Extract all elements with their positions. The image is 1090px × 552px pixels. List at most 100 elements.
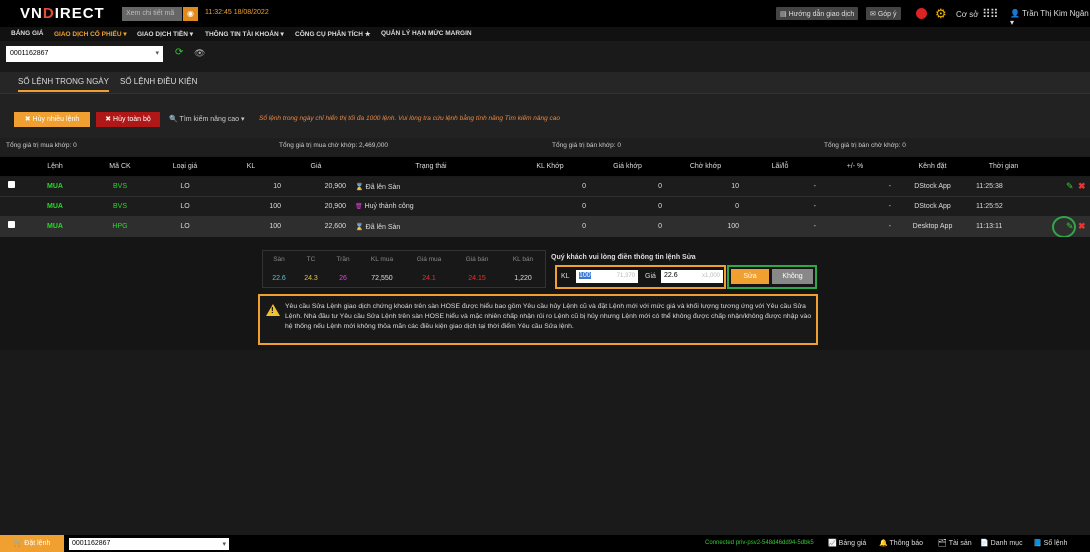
- order-time: 11:25:52: [976, 203, 1003, 210]
- order-price: 20,900: [324, 183, 346, 190]
- price-input[interactable]: 22.6 x1,000: [661, 270, 723, 283]
- user-icon: 👤: [1010, 9, 1023, 18]
- order-qty: 100: [269, 223, 281, 230]
- sell-price-label: Giá bán: [465, 256, 489, 263]
- language-flag-icon[interactable]: [916, 8, 927, 19]
- delete-icon[interactable]: ✖: [1078, 181, 1086, 192]
- buy-price-value: 24.1: [422, 275, 436, 282]
- col-channel: Kênh đặt: [918, 163, 947, 170]
- row-checkbox[interactable]: [8, 221, 15, 228]
- cancel-edit-button[interactable]: Không: [772, 269, 813, 284]
- menu-margin-management[interactable]: QUẢN LÝ HẠN MỨC MARGIN: [381, 30, 472, 37]
- buy-qty-value: 72,550: [371, 275, 393, 282]
- gear-icon[interactable]: ⚙: [935, 6, 947, 22]
- order-status: 🗑 Huỷ thành công: [355, 203, 414, 210]
- clock: 11:32:45 18/08/2022: [205, 9, 269, 16]
- profit-loss: -: [813, 203, 816, 210]
- col-side: Lệnh: [47, 163, 63, 170]
- col-pending: Chờ khớp: [689, 163, 722, 170]
- menu-analysis-tools[interactable]: CÔNG CỤ PHÂN TÍCH ★: [295, 30, 371, 38]
- stock-search-input[interactable]: Xem chi tiết mã: [122, 7, 182, 21]
- ref-label: TC: [306, 256, 316, 263]
- col-matched-price: Giá khớp: [613, 163, 642, 170]
- totals-bar: [0, 138, 1090, 156]
- refresh-icon[interactable]: ⟳: [175, 47, 183, 58]
- total-sell-matched: Tổng giá trị bán khớp: 0: [552, 142, 621, 149]
- order-qty: 10: [273, 183, 281, 190]
- edit-icon[interactable]: ✎: [1066, 221, 1074, 232]
- col-status: Trạng thái: [415, 163, 447, 170]
- price-label: Giá: [645, 273, 656, 280]
- total-sell-waiting: Tổng giá trị bán chờ khớp: 0: [824, 142, 906, 149]
- place-order-button[interactable]: 🛒 Đặt lệnh: [0, 535, 64, 552]
- sell-qty-label: KL bán: [512, 256, 534, 263]
- change-pct: -: [888, 223, 891, 230]
- guide-button[interactable]: ▤ Hướng dẫn giao dịch: [776, 7, 859, 20]
- menu-account-info[interactable]: THÔNG TIN TÀI KHOẢN ▾: [205, 30, 284, 38]
- menu-cash-trading[interactable]: GIAO DỊCH TIỀN ▾: [137, 30, 193, 38]
- user-menu[interactable]: 👤 Trần Thị Kim Ngân ▾: [1010, 9, 1090, 27]
- cancel-all-button[interactable]: ✖ Hủy toàn bộ: [96, 112, 160, 127]
- floor-value: 22.6: [272, 275, 286, 282]
- order-channel: DStock App: [914, 203, 951, 210]
- bottom-notifications[interactable]: 🔔 Thông báo: [879, 539, 923, 547]
- edit-prompt: Quý khách vui lòng điền thông tin lệnh S…: [551, 254, 696, 261]
- account-select[interactable]: 0001162867 ▾: [6, 46, 163, 62]
- chart-icon: ▤: [780, 11, 789, 18]
- edit-icon[interactable]: ✎: [1066, 181, 1074, 192]
- apps-grid-icon[interactable]: ⠿⠿: [982, 7, 999, 21]
- qty-input[interactable]: 100 71,370: [576, 270, 638, 283]
- view-eye-icon[interactable]: ◉: [183, 7, 198, 21]
- confirm-edit-button[interactable]: Sửa: [731, 269, 769, 284]
- change-pct: -: [888, 203, 891, 210]
- cancel-multiple-button[interactable]: ✖ Hủy nhiều lệnh: [14, 112, 90, 127]
- matched-qty: 0: [582, 223, 586, 230]
- mode-label[interactable]: Cơ sở: [956, 10, 979, 19]
- warning-icon: !: [266, 304, 280, 316]
- menu-price-board[interactable]: BẢNG GIÁ: [11, 30, 44, 37]
- pending-qty: 0: [735, 203, 739, 210]
- trash-icon: 🗑: [355, 204, 363, 210]
- menu-stock-trading[interactable]: GIAO DỊCH CỔ PHIẾU ▾: [54, 30, 127, 38]
- order-type: LO: [180, 203, 190, 210]
- sell-qty-value: 1,220: [514, 275, 532, 282]
- buy-price-label: Giá mua: [416, 256, 442, 263]
- bottom-price-board[interactable]: 📈 Bảng giá: [828, 539, 866, 547]
- order-time: 11:13:11: [976, 223, 1003, 230]
- col-pct: +/- %: [846, 163, 864, 170]
- bottom-assets[interactable]: 🗂 Tài sản: [938, 539, 972, 547]
- connection-status: Connected priv-psv2-548d46dd94-5dbk5: [705, 540, 814, 546]
- qty-label: KL: [561, 273, 570, 280]
- col-matched-qty: KL Khớp: [536, 163, 564, 170]
- advanced-search-link[interactable]: 🔍 Tìm kiếm nâng cao ▾: [169, 115, 245, 123]
- order-side: MUA: [47, 223, 63, 230]
- eye-icon[interactable]: 👁: [194, 48, 205, 59]
- pending-qty: 100: [727, 223, 739, 230]
- col-symbol: Mã CK: [109, 163, 131, 170]
- chat-icon: ✉: [870, 11, 878, 18]
- bottom-order-book[interactable]: 📘 Sổ lệnh: [1033, 539, 1067, 547]
- matched-price: 0: [658, 183, 662, 190]
- bottom-portfolio[interactable]: 📄 Danh mục: [980, 539, 1023, 547]
- tab-conditional-orders[interactable]: SỐ LỆNH ĐIỀU KIỆN: [120, 77, 197, 86]
- bottom-account-select[interactable]: 0001162867 ▾: [69, 538, 229, 550]
- order-price: 22,600: [324, 223, 346, 230]
- vndirect-logo[interactable]: VNDIRECT: [20, 5, 105, 22]
- delete-icon[interactable]: ✖: [1078, 221, 1086, 232]
- change-pct: -: [888, 183, 891, 190]
- tab-daily-orders[interactable]: SỐ LỆNH TRONG NGÀY: [18, 77, 109, 92]
- order-type: LO: [180, 223, 190, 230]
- order-side: MUA: [47, 203, 63, 210]
- matched-price: 0: [658, 223, 662, 230]
- matched-qty: 0: [582, 203, 586, 210]
- order-symbol[interactable]: HPG: [95, 223, 145, 230]
- order-side: MUA: [47, 183, 63, 190]
- row-checkbox[interactable]: [8, 181, 15, 188]
- order-symbol[interactable]: BVS: [95, 203, 145, 210]
- hourglass-icon: ⌛: [355, 184, 364, 191]
- feedback-button[interactable]: ✉ Góp ý: [866, 7, 901, 20]
- order-symbol[interactable]: BVS: [95, 183, 145, 190]
- col-price: Giá: [310, 163, 322, 170]
- order-channel: DStock App: [914, 183, 951, 190]
- hose-notice-text: Yêu cầu Sửa Lệnh giao dịch chứng khoán t…: [285, 303, 812, 331]
